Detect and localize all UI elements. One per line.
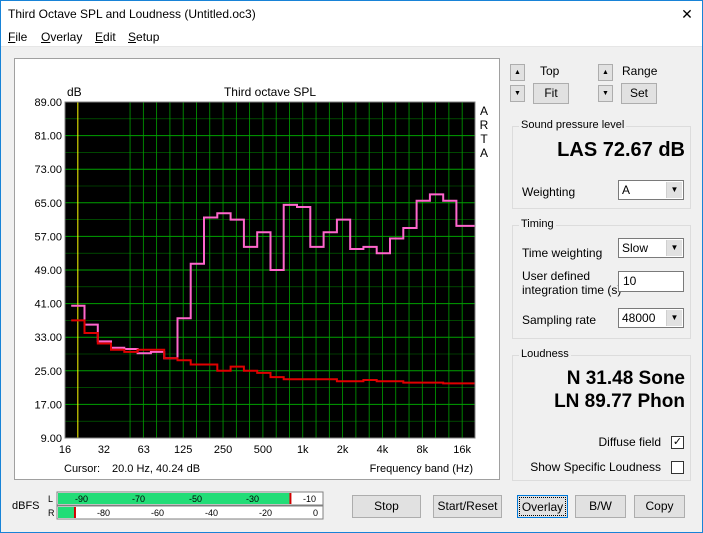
chevron-down-icon: ▼ — [666, 240, 682, 256]
y-tick-label: 65.00 — [34, 198, 62, 210]
left-channel-label: L — [48, 494, 53, 504]
sampling-rate-select[interactable]: 48000 ▼ — [618, 308, 684, 328]
y-unit-label: dB — [67, 85, 82, 99]
diffuse-field-checkbox[interactable]: ✓ — [671, 436, 684, 449]
top-up-arrow-icon[interactable]: ▲ — [510, 64, 525, 81]
weighting-value: A — [622, 183, 631, 197]
spl-plot-panel: 89.00 81.00 73.00 65.00 57.00 49.00 41.00 33.00… — [14, 58, 500, 480]
copy-button[interactable]: Copy — [634, 495, 685, 518]
stop-button[interactable]: Stop — [352, 495, 421, 518]
x-tick-label: 63 — [138, 444, 150, 456]
bw-button[interactable]: B/W — [575, 495, 626, 518]
integration-label-line2: integration time (s) — [522, 283, 622, 297]
side-letter: R — [480, 118, 489, 132]
x-tick-label: 1k — [297, 444, 309, 456]
spl-chart[interactable]: 89.00 81.00 73.00 65.00 57.00 49.00 41.00 33.00… — [15, 59, 499, 479]
timing-group-title: Timing — [519, 218, 556, 230]
weighting-label: Weighting — [522, 185, 576, 199]
sound-pressure-group: Sound pressure level LAS 72.67 dB Weight… — [512, 119, 691, 209]
top-label: Top — [540, 64, 560, 78]
loudness-group: Loudness N 31.48 Sone LN 89.77 Phon Diff… — [512, 348, 691, 481]
y-tick-label: 81.00 — [34, 131, 62, 143]
weighting-select[interactable]: A ▼ — [618, 180, 684, 200]
x-tick-label: 8k — [417, 444, 429, 456]
loudness-sone-value: N 31.48 Sone — [566, 368, 685, 389]
x-tick-label: 16 — [59, 444, 71, 456]
x-tick-label: 125 — [174, 444, 192, 456]
las-value: LAS 72.67 dB — [557, 139, 685, 161]
right-meter-tick: -20 — [259, 508, 272, 518]
left-meter-tick: -90 — [75, 494, 88, 504]
left-meter-tick: -70 — [132, 494, 145, 504]
x-tick-label: 4k — [377, 444, 389, 456]
overlay-button[interactable]: Overlay — [517, 495, 568, 518]
sampling-rate-label: Sampling rate — [522, 313, 597, 327]
right-meter-tick: -60 — [151, 508, 164, 518]
x-tick-label: 32 — [98, 444, 110, 456]
chevron-down-icon: ▼ — [666, 310, 682, 326]
y-tick-label: 89.00 — [34, 97, 62, 109]
side-letter: A — [480, 104, 488, 118]
fit-button[interactable]: Fit — [533, 83, 569, 104]
range-up-arrow-icon[interactable]: ▲ — [598, 64, 613, 81]
cursor-label: Cursor: — [64, 463, 100, 475]
specific-loudness-label: Show Specific Loudness — [530, 460, 661, 474]
top-down-arrow-icon[interactable]: ▼ — [510, 85, 525, 102]
integration-time-input[interactable]: 10 — [618, 271, 684, 292]
diffuse-field-label: Diffuse field — [598, 435, 661, 449]
right-peak-marker — [73, 507, 76, 518]
third-octave-window: Third Octave SPL and Loudness (Untitled.… — [0, 0, 703, 533]
y-tick-label: 73.00 — [34, 164, 62, 176]
time-weighting-label: Time weighting — [522, 246, 603, 260]
loudness-group-title: Loudness — [519, 348, 571, 360]
title-bar: Third Octave SPL and Loudness (Untitled.… — [1, 1, 702, 27]
left-meter-tick: -10 — [303, 494, 316, 504]
right-meter-tick: -80 — [97, 508, 110, 518]
right-meter-fill — [58, 507, 74, 518]
chevron-down-icon: ▼ — [666, 182, 682, 198]
time-weighting-value: Slow — [622, 241, 649, 255]
time-weighting-select[interactable]: Slow ▼ — [618, 238, 684, 258]
spl-group-title: Sound pressure level — [519, 119, 627, 131]
menu-edit[interactable]: Edit — [95, 30, 116, 44]
specific-loudness-checkbox[interactable] — [671, 461, 684, 474]
level-meter: LR -90 -70 -50 -30 -10 -80 -60 -40 -20 0 — [48, 491, 324, 520]
close-icon[interactable]: ✕ — [672, 1, 702, 27]
side-letter: T — [480, 132, 488, 146]
y-tick-label: 41.00 — [34, 299, 62, 311]
y-tick-label: 25.00 — [34, 366, 62, 378]
left-meter-tick: -30 — [246, 494, 259, 504]
dbfs-label: dBFS — [12, 500, 40, 512]
y-tick-label: 49.00 — [34, 265, 62, 277]
range-down-arrow-icon[interactable]: ▼ — [598, 85, 613, 102]
y-tick-label: 17.00 — [34, 399, 62, 411]
integration-label-line1: User defined — [522, 269, 591, 283]
range-label: Range — [622, 64, 658, 78]
start-reset-button[interactable]: Start/Reset — [433, 495, 502, 518]
right-meter-tick: -40 — [205, 508, 218, 518]
right-meter-tick: 0 — [313, 508, 318, 518]
menu-setup[interactable]: Setup — [128, 30, 159, 44]
menu-bar: File Overlay Edit Setup — [1, 27, 702, 47]
loudness-phon-value: LN 89.77 Phon — [554, 391, 685, 412]
timing-group: Timing Time weighting Slow ▼ User define… — [512, 218, 691, 339]
x-tick-label: 16k — [453, 444, 471, 456]
x-tick-label: 500 — [254, 444, 272, 456]
x-tick-label: 2k — [337, 444, 349, 456]
set-button[interactable]: Set — [621, 83, 657, 104]
cursor-readout: 20.0 Hz, 40.24 dB — [112, 463, 200, 475]
x-tick-label: 250 — [214, 444, 232, 456]
side-letter: A — [480, 146, 488, 160]
left-meter-tick: -50 — [189, 494, 202, 504]
y-tick-label: 57.00 — [34, 231, 62, 243]
menu-file[interactable]: File — [8, 30, 27, 44]
menu-overlay[interactable]: Overlay — [41, 30, 82, 44]
frequency-axis-label: Frequency band (Hz) — [370, 463, 473, 475]
left-peak-marker — [289, 493, 292, 504]
chart-title: Third octave SPL — [224, 85, 316, 99]
window-title: Third Octave SPL and Loudness (Untitled.… — [8, 7, 256, 21]
sampling-rate-value: 48000 — [622, 311, 656, 325]
right-channel-label: R — [48, 508, 55, 518]
y-tick-label: 33.00 — [34, 332, 62, 344]
